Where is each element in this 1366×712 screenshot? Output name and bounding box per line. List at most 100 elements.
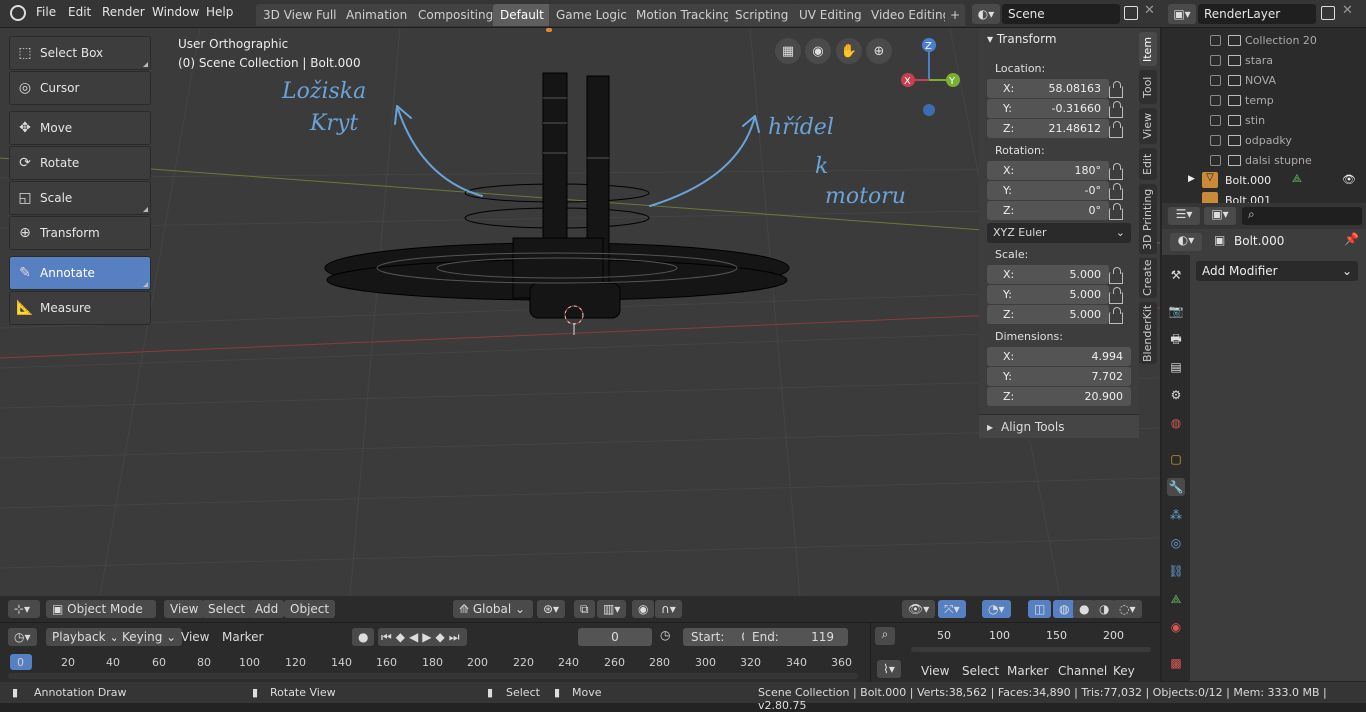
gizmo-toggle-icon[interactable]: ⤧▾ bbox=[938, 600, 966, 618]
particles-icon[interactable]: ⁂ bbox=[1167, 506, 1185, 524]
search-icon[interactable]: ⌕ bbox=[1242, 207, 1362, 225]
checkbox[interactable] bbox=[1210, 95, 1221, 106]
lock-icon[interactable] bbox=[1109, 267, 1123, 284]
mode-dropdown[interactable]: ▣ Object Mode ⌄ bbox=[46, 600, 156, 634]
tab-scripting[interactable]: Scripting bbox=[728, 4, 796, 26]
output-icon[interactable]: 🖶 bbox=[1167, 330, 1185, 348]
search-icon[interactable]: ⌕ bbox=[875, 627, 895, 645]
menu-add[interactable]: Add bbox=[249, 600, 285, 618]
blender-logo-icon[interactable] bbox=[10, 5, 26, 21]
xray-icon[interactable]: ◫ bbox=[1028, 600, 1052, 618]
tab-create[interactable]: Create bbox=[1139, 258, 1157, 298]
menu-render[interactable]: Render bbox=[102, 5, 145, 19]
menu-file[interactable]: File bbox=[36, 5, 56, 19]
current-frame-field[interactable]: 0 bbox=[578, 628, 652, 646]
tab-motion-tracking[interactable]: Motion Tracking bbox=[629, 4, 738, 26]
tab-video-editing[interactable]: Video Editing bbox=[864, 4, 958, 26]
render-layer-field[interactable]: RenderLayer bbox=[1198, 4, 1316, 24]
lock-icon[interactable] bbox=[1109, 121, 1123, 138]
outliner-row[interactable]: NOVA bbox=[1162, 71, 1366, 91]
dimensions-y-field[interactable]: Y: 7.702 bbox=[987, 367, 1131, 386]
lock-icon[interactable] bbox=[1109, 183, 1123, 200]
lock-icon[interactable] bbox=[1109, 81, 1123, 98]
filter-icon[interactable]: ▣▾ bbox=[1204, 207, 1236, 225]
tool-transform[interactable]: ⊕ Transform bbox=[9, 216, 151, 250]
tab-3d-printing[interactable]: 3D Printing bbox=[1139, 184, 1157, 254]
tool-annotate[interactable]: ✎ Annotate bbox=[9, 256, 151, 290]
rotation-x-field[interactable]: X: 180° bbox=[987, 161, 1109, 180]
editor-type-icon[interactable]: ⊹▾ bbox=[8, 600, 40, 618]
new-scene-icon[interactable] bbox=[1124, 6, 1138, 20]
add-workspace-button[interactable]: + bbox=[945, 4, 965, 26]
align-tools-section[interactable]: ▸ Align Tools bbox=[979, 414, 1139, 438]
tab-3d-view-full[interactable]: 3D View Full bbox=[256, 4, 344, 26]
navigation-gizmo[interactable]: Z Y X bbox=[901, 38, 960, 116]
checkbox[interactable] bbox=[1210, 135, 1221, 146]
checkbox[interactable] bbox=[1210, 155, 1221, 166]
transform-section-header[interactable]: ▾ Transform bbox=[987, 32, 1057, 46]
new-render-layer-icon[interactable] bbox=[1321, 6, 1335, 20]
pin-icon[interactable]: 📌 bbox=[1344, 232, 1359, 246]
lock-icon[interactable] bbox=[1109, 163, 1123, 180]
eye-icon[interactable]: 👁 bbox=[1342, 173, 1356, 186]
rendered-shading-icon[interactable]: ◌▾ bbox=[1113, 600, 1142, 618]
render-icon[interactable]: 📷 bbox=[1167, 302, 1185, 320]
tab-default[interactable]: Default bbox=[493, 4, 551, 26]
record-icon[interactable]: ● bbox=[352, 628, 375, 646]
pan-hand-icon[interactable]: ✋ bbox=[836, 38, 862, 64]
menu-view[interactable]: View bbox=[164, 600, 205, 618]
outliner-object-row[interactable]: Bolt.001 bbox=[1162, 191, 1366, 203]
outliner-row[interactable]: Collection 20 bbox=[1162, 31, 1366, 51]
outliner-row[interactable]: temp bbox=[1162, 91, 1366, 111]
menu-object[interactable]: Object bbox=[284, 600, 336, 618]
scale-z-field[interactable]: Z: 5.000 bbox=[987, 305, 1109, 324]
playback-controls[interactable]: ⏮◆◀▶◆⏭ bbox=[378, 628, 467, 646]
graph-scrollbar[interactable] bbox=[911, 647, 1151, 652]
rotation-y-field[interactable]: Y: -0° bbox=[987, 181, 1109, 200]
outliner-row[interactable]: odpadky bbox=[1162, 131, 1366, 151]
graph-menu-select[interactable]: Select bbox=[962, 664, 999, 678]
end-frame-field[interactable]: End: 119 bbox=[744, 628, 848, 646]
tab-item[interactable]: Item bbox=[1139, 32, 1157, 66]
render-layer-icon[interactable]: ▣▾ bbox=[1168, 4, 1196, 24]
checkbox[interactable] bbox=[1210, 115, 1221, 126]
zoom-icon[interactable]: ⊕ bbox=[866, 38, 892, 64]
timeline-scrollbar[interactable] bbox=[8, 673, 858, 679]
graph-editor-type-icon[interactable]: ⌇▾ bbox=[877, 660, 901, 678]
scale-x-field[interactable]: X: 5.000 bbox=[987, 265, 1109, 284]
orientation-dropdown[interactable]: ⟰ Global ⌄ bbox=[453, 600, 533, 618]
proportional-icon[interactable]: ◉ bbox=[632, 600, 655, 618]
view-layer-icon[interactable]: ▤ bbox=[1167, 358, 1185, 376]
add-modifier-dropdown[interactable]: Add Modifier ⌄ bbox=[1196, 261, 1358, 281]
keying-dropdown[interactable]: Keying ⌄ bbox=[116, 628, 183, 646]
menu-edit[interactable]: Edit bbox=[68, 5, 91, 19]
lock-icon[interactable] bbox=[1109, 307, 1123, 324]
scene-icon[interactable]: ◐▾ bbox=[972, 4, 1000, 24]
outliner-row[interactable]: stara bbox=[1162, 51, 1366, 71]
tab-view[interactable]: View bbox=[1139, 108, 1157, 144]
pivot-icon[interactable]: ⊛▾ bbox=[537, 600, 566, 618]
editor-type-icon[interactable]: ◐▾ bbox=[1170, 233, 1202, 251]
playback-dropdown[interactable]: Playback ⌄ bbox=[46, 628, 126, 646]
overlay-toggle-icon[interactable]: ◔▾ bbox=[982, 600, 1011, 618]
graph-menu-marker[interactable]: Marker bbox=[1007, 664, 1048, 678]
checkbox[interactable] bbox=[1210, 35, 1221, 46]
location-x-field[interactable]: X: 58.08163 bbox=[987, 79, 1109, 98]
tool-move[interactable]: ✥ Move bbox=[9, 111, 151, 145]
checkbox[interactable] bbox=[1210, 75, 1221, 86]
graph-menu-key[interactable]: Key bbox=[1113, 664, 1135, 678]
falloff-icon[interactable]: ∩▾ bbox=[655, 600, 682, 618]
close-render-layer-icon[interactable]: ✕ bbox=[1342, 3, 1353, 18]
visibility-icon[interactable]: 👁▾ bbox=[902, 600, 936, 618]
world-icon[interactable]: ◍ bbox=[1167, 414, 1185, 432]
dimensions-z-field[interactable]: Z: 20.900 bbox=[987, 387, 1131, 406]
location-y-field[interactable]: Y: -0.31660 bbox=[987, 99, 1109, 118]
checkbox[interactable] bbox=[1210, 55, 1221, 66]
tool-rotate[interactable]: ⟳ Rotate bbox=[9, 146, 151, 180]
lock-icon[interactable] bbox=[1109, 101, 1123, 118]
tool-settings-icon[interactable]: ⚒ bbox=[1167, 266, 1185, 284]
tab-compositing[interactable]: Compositing bbox=[411, 4, 501, 26]
tab-game-logic[interactable]: Game Logic bbox=[549, 4, 634, 26]
camera-view-icon[interactable]: ◉ bbox=[805, 38, 831, 64]
wrench-icon[interactable]: 🔧 bbox=[1167, 478, 1185, 496]
